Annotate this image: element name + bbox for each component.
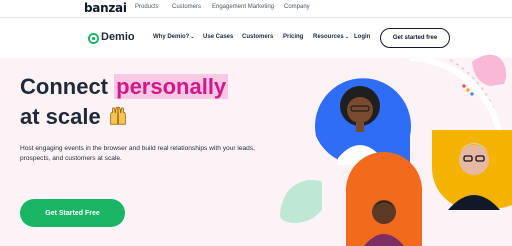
demio-logo-text: Demio <box>101 31 135 43</box>
hero-title: Connect personally at scale <box>20 72 290 132</box>
topnav-products[interactable]: Products <box>135 4 159 10</box>
nav-use-cases[interactable]: Use Cases <box>203 34 233 40</box>
dot-shape <box>470 92 474 96</box>
hero-title-highlight: personally <box>114 74 229 99</box>
mint-blob-shape <box>280 180 322 224</box>
hero-illustration <box>280 54 512 246</box>
avatar-orange-bg <box>346 152 422 246</box>
dot-shape <box>462 84 466 88</box>
hero-title-part1: Connect <box>20 74 115 99</box>
topnav-customers[interactable]: Customers <box>172 4 201 10</box>
hero-subtitle: Host engaging events in the browser and … <box>20 145 255 162</box>
get-started-free-button[interactable]: Get Started Free <box>20 199 125 227</box>
dot-shape <box>466 88 470 92</box>
banzai-topbar: banzai Products Customers Engagement Mar… <box>0 0 512 18</box>
nav-why-demio[interactable]: Why Demio?⌄ <box>153 34 195 40</box>
demio-logo[interactable]: Demio <box>88 31 135 47</box>
chevron-down-icon: ⌄ <box>190 34 195 40</box>
topnav-company[interactable]: Company <box>284 4 310 10</box>
topnav-engagement-marketing[interactable]: Engagement Marketing <box>212 4 274 10</box>
demio-logo-icon <box>88 33 99 44</box>
raised-hands-icon <box>110 106 126 125</box>
banzai-logo[interactable]: banzai <box>84 1 127 15</box>
pink-blob-shape <box>472 54 507 86</box>
hero-title-part2: at scale <box>20 104 101 129</box>
